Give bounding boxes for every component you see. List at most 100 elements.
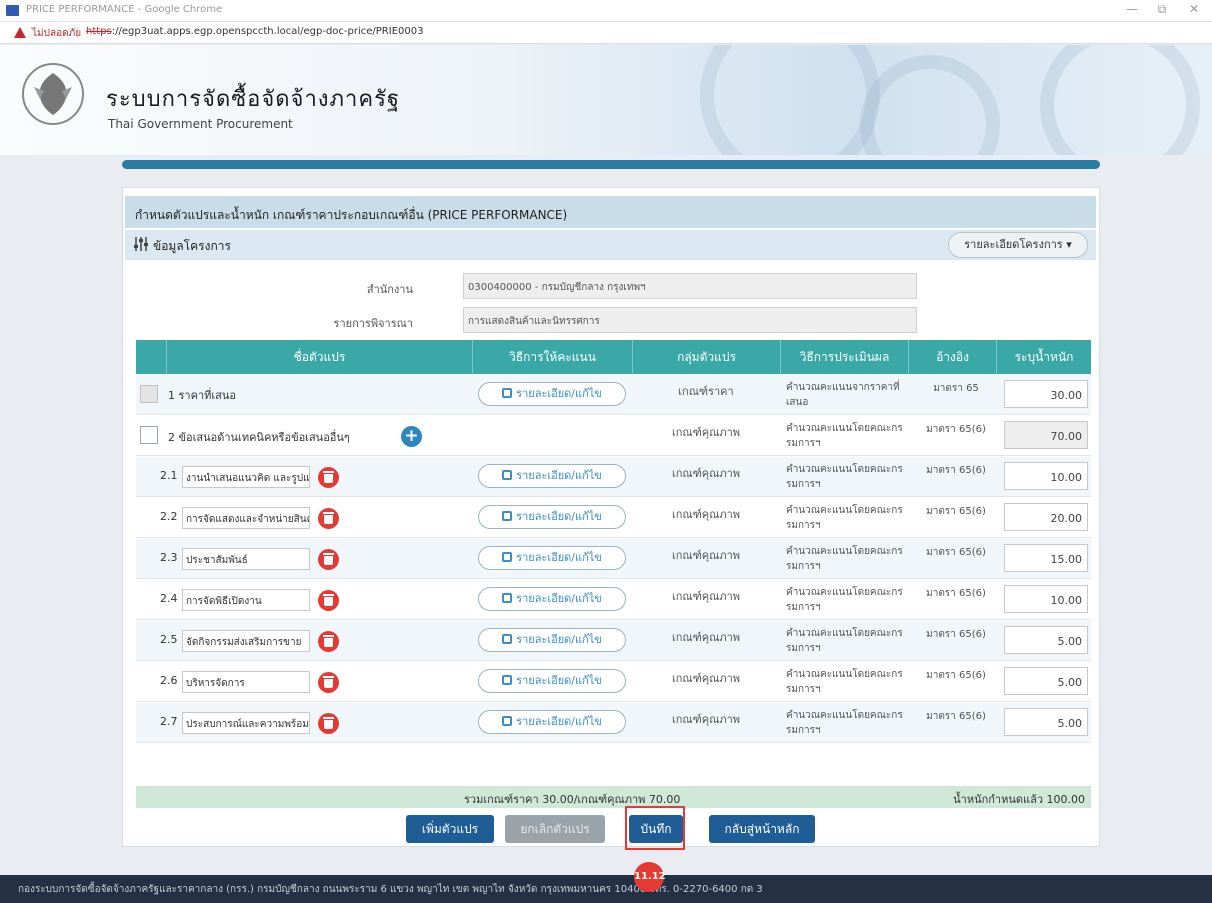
back-to-main-button[interactable]: กลับสู่หน้าหลัก [709,815,815,843]
weight-input[interactable]: 30.00 [1004,380,1088,408]
criterion-name-input[interactable]: ประสบการณ์และความพร้อมใน [182,712,310,734]
site-subtitle: Thai Government Procurement [108,117,293,131]
weight-input[interactable]: 5.00 [1004,626,1088,654]
edit-icon [502,716,513,726]
trash-icon[interactable] [318,672,339,693]
save-highlight-box [625,806,685,850]
criterion-ref: มาตรา 65(6) [926,424,986,435]
weight-input[interactable]: 10.00 [1004,585,1088,613]
edit-icon [502,634,513,644]
weight-input[interactable]: 15.00 [1004,544,1088,572]
row-checkbox [140,385,158,403]
edit-details-label: รายละเอียด/แก้ไข [516,633,602,646]
edit-details-button[interactable]: รายละเอียด/แก้ไข [478,669,626,693]
criterion-group: เกณฑ์คุณภาพ [672,713,740,726]
criterion-method: คำนวณคะแนนโดยคณะกรรมการฯ [786,628,903,654]
edit-icon [502,593,513,603]
col-weight: ระบุน้ำหนัก [996,340,1091,374]
url-scheme: https [86,26,112,37]
edit-details-label: รายละเอียด/แก้ไข [516,551,602,564]
edit-details-button[interactable]: รายละเอียด/แก้ไข [478,505,626,529]
criterion-name-input[interactable]: การจัดแสดงและจำหน่ายสินค้า [182,507,310,529]
section-title: กำหนดตัวแปรและน้ำหนัก เกณฑ์ราคาประกอบเกณ… [125,196,1096,228]
site-title: ระบบการจัดซื้อจัดจ้างภาครัฐ [106,87,401,112]
criterion-ref: มาตรา 65(6) [926,506,986,517]
criterion-ref: มาตรา 65(6) [926,588,986,599]
url-rest: ://egp3uat.apps.egp.openspccth.local/egp… [111,26,424,37]
minimize-button[interactable]: — [1122,2,1142,16]
edit-icon [502,511,513,521]
table-row: 2.2 การจัดแสดงและจำหน่ายสินค้า รายละเอีย… [136,498,1091,538]
col-method: วิธีการประเมินผล [780,340,908,374]
trash-icon[interactable] [318,713,339,734]
agency-field[interactable]: 0300400000 - กรมบัญชีกลาง กรุงเทพฯ [463,273,917,299]
criterion-number: 2.3 [160,551,178,564]
criterion-number: 2.1 [160,469,178,482]
criterion-ref: มาตรา 65(6) [926,670,986,681]
criterion-method: คำนวณคะแนนจากราคาที่เสนอ [786,382,900,408]
row-checkbox[interactable] [140,426,158,444]
header-pattern [1040,45,1200,155]
trash-icon[interactable] [318,631,339,652]
col-ref: อ้างอิง [908,340,996,374]
criterion-method: คำนวณคะแนนโดยคณะกรรมการฯ [786,464,903,490]
consider-field[interactable]: การแสดงสินค้าและนิทรรศการ [463,307,917,333]
criterion-group: เกณฑ์คุณภาพ [672,672,740,685]
edit-details-label: รายละเอียด/แก้ไข [516,715,602,728]
edit-details-button[interactable]: รายละเอียด/แก้ไข [478,546,626,570]
table-row: 2.4 การจัดพิธีเปิดงาน รายละเอียด/แก้ไข เ… [136,580,1091,620]
col-group: กลุ่มตัวแปร [632,340,780,374]
add-variable-button[interactable]: เพิ่มตัวแปร [406,815,494,843]
criterion-name-input[interactable]: บริหารจัดการ [182,671,310,693]
trash-icon[interactable] [318,508,339,529]
criteria-table-header: ชื่อตัวแปร วิธีการให้คะแนน กลุ่มตัวแปร ว… [136,340,1091,374]
edit-details-button[interactable]: รายละเอียด/แก้ไข [478,628,626,652]
weight-input: 70.00 [1004,421,1088,449]
table-row: 2.7 ประสบการณ์และความพร้อมใน รายละเอียด/… [136,703,1091,743]
warning-icon[interactable] [14,27,26,38]
weight-input[interactable]: 10.00 [1004,462,1088,490]
sliders-icon [134,237,148,251]
trash-icon[interactable] [318,549,339,570]
edit-details-label: รายละเอียด/แก้ไข [516,387,602,400]
garuda-logo-icon [22,63,84,125]
weight-input[interactable]: 20.00 [1004,503,1088,531]
add-sub-criterion-icon[interactable]: + [401,426,422,447]
trash-icon[interactable] [318,590,339,611]
edit-details-button[interactable]: รายละเอียด/แก้ไข [478,382,626,406]
weight-input[interactable]: 5.00 [1004,667,1088,695]
close-button[interactable]: ✕ [1184,2,1204,16]
insecure-label[interactable]: ไม่ปลอดภัย [32,26,81,41]
edit-details-button[interactable]: รายละเอียด/แก้ไข [478,587,626,611]
trash-icon[interactable] [318,467,339,488]
edit-icon [502,675,513,685]
criterion-name-input[interactable]: งานนำเสนอแนวคิด และรูปแบบ [182,466,310,488]
criterion-name-input[interactable]: การจัดพิธีเปิดงาน [182,589,310,611]
table-row: 2 ข้อเสนอด้านเทคนิคหรือข้อเสนออื่นๆ + เก… [136,416,1091,456]
edit-details-button[interactable]: รายละเอียด/แก้ไข [478,710,626,734]
criterion-name-input[interactable]: จัดกิจกรรมส่งเสริมการขาย [182,630,310,652]
weight-input[interactable]: 5.00 [1004,708,1088,736]
criterion-number: 2.4 [160,592,178,605]
criterion-group: เกณฑ์คุณภาพ [672,631,740,644]
criterion-ref: มาตรา 65(6) [926,547,986,558]
criterion-group: เกณฑ์คุณภาพ [672,549,740,562]
main-panel: กำหนดตัวแปรและน้ำหนัก เกณฑ์ราคาประกอบเกณ… [122,187,1100,847]
project-info-bar: ข้อมูลโครงการ รายละเอียดโครงการ ▾ [125,230,1096,260]
header-pattern [860,55,1000,155]
restore-button[interactable]: ⧉ [1152,2,1172,17]
criterion-ref: มาตรา 65(6) [926,711,986,722]
col-name: ชื่อตัวแปร [166,340,472,374]
address-bar[interactable]: ไม่ปลอดภัย | https://egp3uat.apps.egp.op… [0,22,1212,44]
criterion-group: เกณฑ์คุณภาพ [672,508,740,521]
edit-details-button[interactable]: รายละเอียด/แก้ไข [478,464,626,488]
criterion-group: เกณฑ์คุณภาพ [672,467,740,480]
project-details-dropdown[interactable]: รายละเอียดโครงการ ▾ [948,232,1088,258]
criterion-number: 2.7 [160,715,178,728]
address-separator: | [76,25,80,38]
table-row: 2.1 งานนำเสนอแนวคิด และรูปแบบ รายละเอียด… [136,457,1091,497]
criterion-name-input[interactable]: ประชาสัมพันธ์ [182,548,310,570]
edit-details-label: รายละเอียด/แก้ไข [516,510,602,523]
edit-details-label: รายละเอียด/แก้ไข [516,674,602,687]
url-text[interactable]: https://egp3uat.apps.egp.openspccth.loca… [86,26,423,37]
